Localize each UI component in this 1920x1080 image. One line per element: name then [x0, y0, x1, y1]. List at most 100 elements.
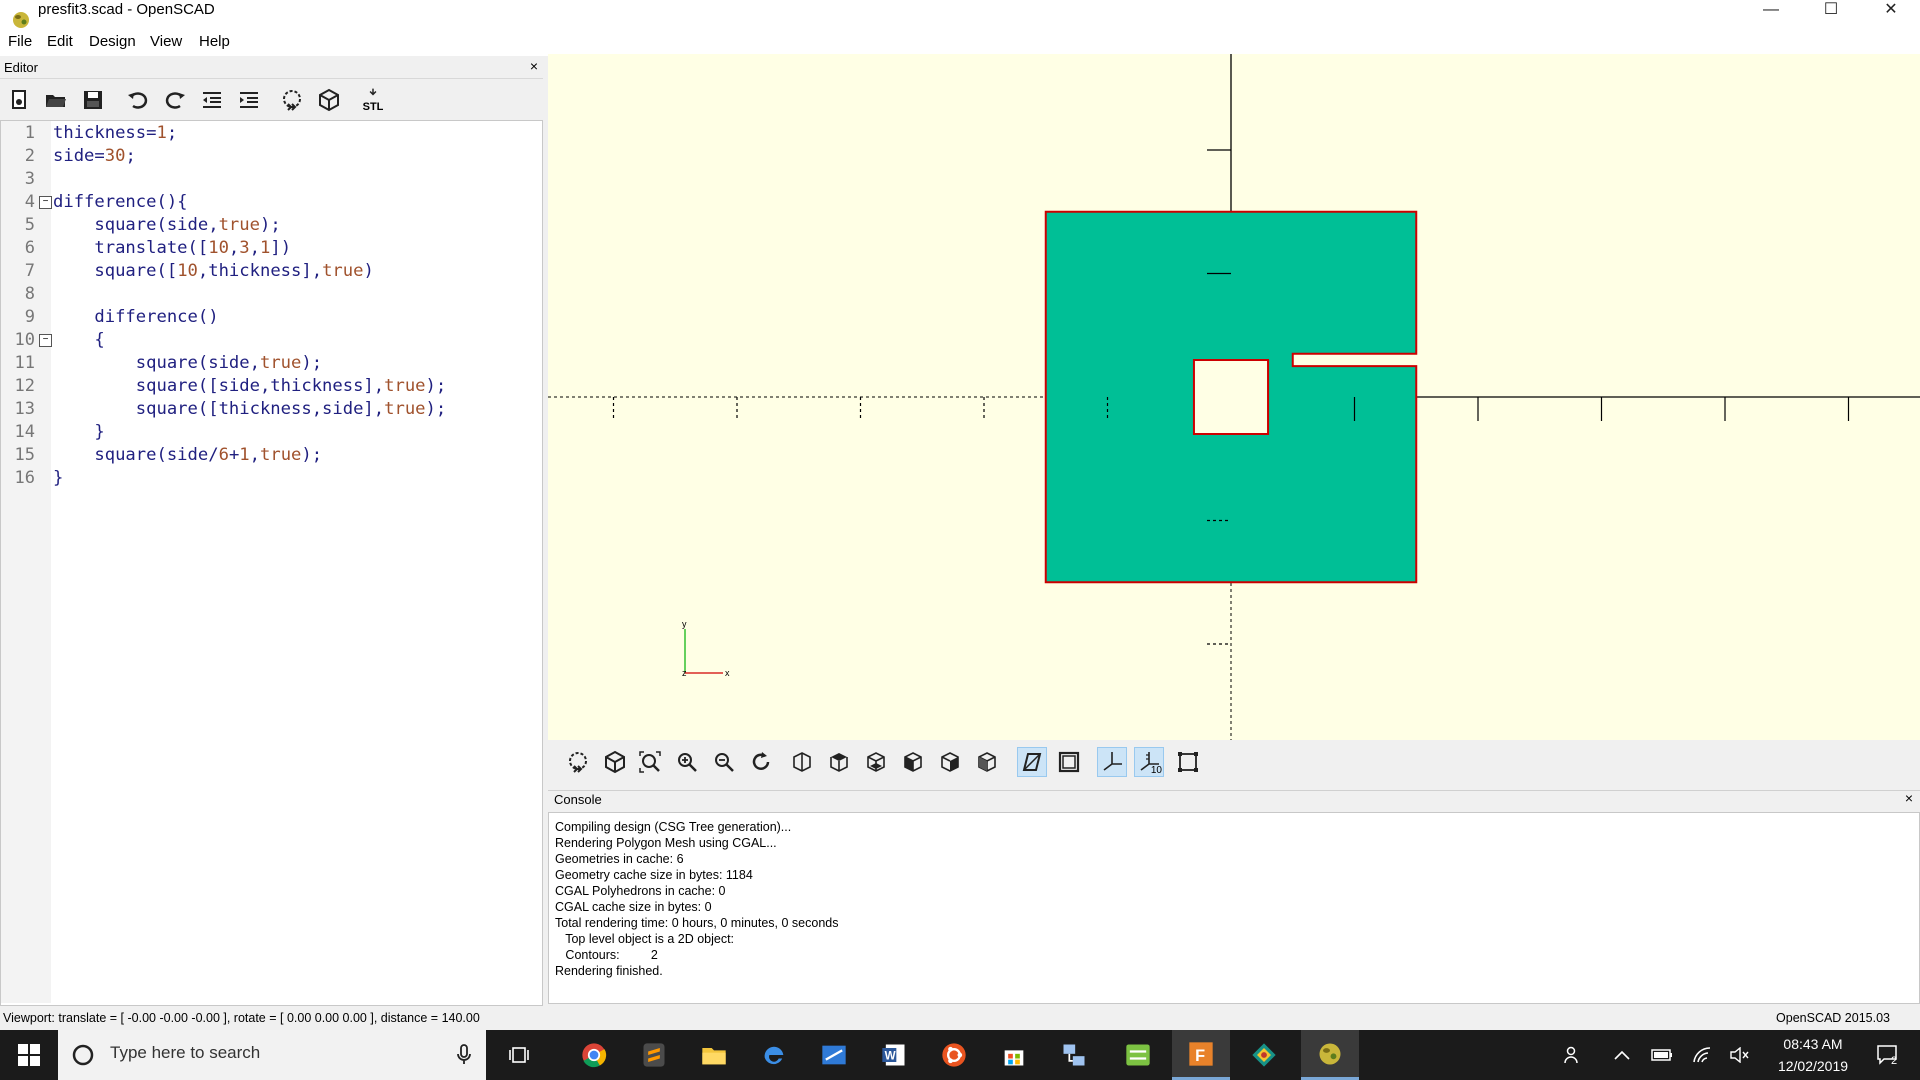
code-line[interactable]: side=30; [53, 145, 136, 168]
menu-help[interactable]: Help [199, 32, 230, 52]
code-line[interactable]: difference(){ [53, 191, 188, 214]
code-line[interactable]: square(side,true); [53, 352, 322, 375]
code-line[interactable]: translate([10,3,1]) [53, 237, 291, 260]
show-hidden-icons-chevron-icon[interactable] [1605, 1030, 1639, 1080]
edge-icon[interactable] [745, 1030, 803, 1080]
version-label: OpenSCAD 2015.03 [1776, 1011, 1890, 1025]
line-number: 1 [24, 123, 35, 143]
cortana-icon [72, 1044, 94, 1066]
export-stl-icon[interactable]: STL [358, 85, 388, 115]
undo-icon[interactable] [123, 85, 153, 115]
view-all-icon[interactable] [635, 747, 665, 777]
rendered-shape [1044, 210, 1418, 584]
line-number: 4 [24, 192, 35, 212]
show-axes-icon[interactable] [1097, 747, 1127, 777]
action-center-icon[interactable]: 2 [1868, 1030, 1908, 1080]
code-line[interactable]: } [53, 467, 63, 490]
console-title: Console [554, 792, 602, 807]
indent-icon[interactable] [234, 85, 264, 115]
editor-close-button[interactable]: × [527, 58, 541, 74]
code-line[interactable]: difference() [53, 306, 218, 329]
close-window-button[interactable]: ✕ [1862, 0, 1920, 20]
unindent-icon[interactable] [197, 85, 227, 115]
line-number: 5 [24, 215, 35, 235]
menu-file[interactable]: File [8, 32, 32, 52]
people-icon[interactable] [1556, 1030, 1590, 1080]
code-line[interactable]: square([side,thickness],true); [53, 375, 446, 398]
microphone-icon[interactable] [455, 1043, 473, 1067]
gitkraken-icon[interactable] [1235, 1030, 1293, 1080]
new-file-icon[interactable] [4, 85, 34, 115]
volume-muted-icon[interactable] [1723, 1030, 1757, 1080]
minimize-button[interactable]: — [1742, 0, 1800, 20]
console-line: Geometry cache size in bytes: 1184 [555, 868, 753, 882]
scanner-icon[interactable] [805, 1030, 863, 1080]
preview-icon[interactable] [563, 747, 593, 777]
orthogonal-icon[interactable] [1054, 747, 1084, 777]
code-line[interactable]: { [53, 329, 104, 352]
line-number: 3 [24, 169, 35, 189]
wifi-icon[interactable] [1685, 1030, 1719, 1080]
gizmo-z-label: z [682, 668, 687, 678]
view-back-icon[interactable] [972, 747, 1002, 777]
line-number: 10 [14, 330, 35, 350]
openscad-icon[interactable] [1301, 1030, 1359, 1080]
editor-header [0, 58, 543, 79]
console-line: CGAL Polyhedrons in cache: 0 [555, 884, 726, 898]
view-bottom-icon[interactable] [861, 747, 891, 777]
console-close-button[interactable]: × [1902, 790, 1916, 806]
code-line[interactable]: square([thickness,side],true); [53, 398, 446, 421]
network-app-icon[interactable] [1045, 1030, 1103, 1080]
perspective-icon[interactable] [1017, 747, 1047, 777]
foxit-icon[interactable]: F [1172, 1030, 1230, 1080]
inner-hole-contour [1192, 358, 1270, 436]
preview-icon[interactable] [277, 85, 307, 115]
view-right-icon[interactable] [787, 747, 817, 777]
menu-edit[interactable]: Edit [47, 32, 73, 52]
3d-viewport[interactable]: y x z [548, 54, 1920, 740]
chrome-icon[interactable] [565, 1030, 623, 1080]
menu-design[interactable]: Design [89, 32, 136, 52]
file-explorer-icon[interactable] [685, 1030, 743, 1080]
code-line[interactable]: square([10,thickness],true) [53, 260, 373, 283]
notification-count: 2 [1891, 1055, 1898, 1067]
fold-toggle-icon[interactable]: − [39, 196, 52, 209]
maximize-button[interactable]: ☐ [1802, 0, 1860, 20]
ubuntu-icon[interactable] [925, 1030, 983, 1080]
code-lines[interactable]: 1 thickness=1; 2 side=30; 3 4 difference(){−5 … [1, 122, 541, 502]
code-line[interactable]: thickness=1; [53, 122, 177, 145]
render-icon[interactable] [314, 85, 344, 115]
clock-date[interactable]: 12/02/2019 [1768, 1058, 1858, 1074]
code-line[interactable]: } [53, 421, 104, 444]
windows-logo-icon [18, 1044, 40, 1066]
store-icon[interactable] [985, 1030, 1043, 1080]
windows-start-button[interactable] [0, 1030, 58, 1080]
svg-text:F: F [1195, 1047, 1205, 1065]
render-icon[interactable] [600, 747, 630, 777]
reset-view-icon[interactable] [746, 747, 776, 777]
task-view-icon[interactable] [490, 1030, 548, 1080]
menu-view[interactable]: View [150, 32, 182, 52]
code-line[interactable]: square(side/6+1,true); [53, 444, 322, 467]
zoom-in-icon[interactable] [672, 747, 702, 777]
view-top-icon[interactable] [824, 747, 854, 777]
clock-time[interactable]: 08:43 AM [1768, 1036, 1858, 1052]
console-output[interactable]: Compiling design (CSG Tree generation)..… [548, 812, 1920, 1004]
scale-marker-label: 10 [1150, 765, 1162, 776]
code-line[interactable]: square(side,true); [53, 214, 280, 237]
save-icon[interactable] [78, 85, 108, 115]
line-number: 12 [14, 376, 35, 396]
redo-icon[interactable] [160, 85, 190, 115]
battery-icon[interactable] [1645, 1030, 1679, 1080]
view-front-icon[interactable] [935, 747, 965, 777]
view-left-icon[interactable] [898, 747, 928, 777]
show-edges-icon[interactable] [1173, 747, 1203, 777]
show-scale-markers-icon[interactable]: 10 [1134, 747, 1164, 777]
line-number: 9 [24, 307, 35, 327]
word-icon[interactable]: W [865, 1030, 923, 1080]
zoom-out-icon[interactable] [709, 747, 739, 777]
green-app-icon[interactable] [1109, 1030, 1167, 1080]
fold-toggle-icon[interactable]: − [39, 334, 52, 347]
open-file-icon[interactable] [41, 85, 71, 115]
sublime-text-icon[interactable] [625, 1030, 683, 1080]
